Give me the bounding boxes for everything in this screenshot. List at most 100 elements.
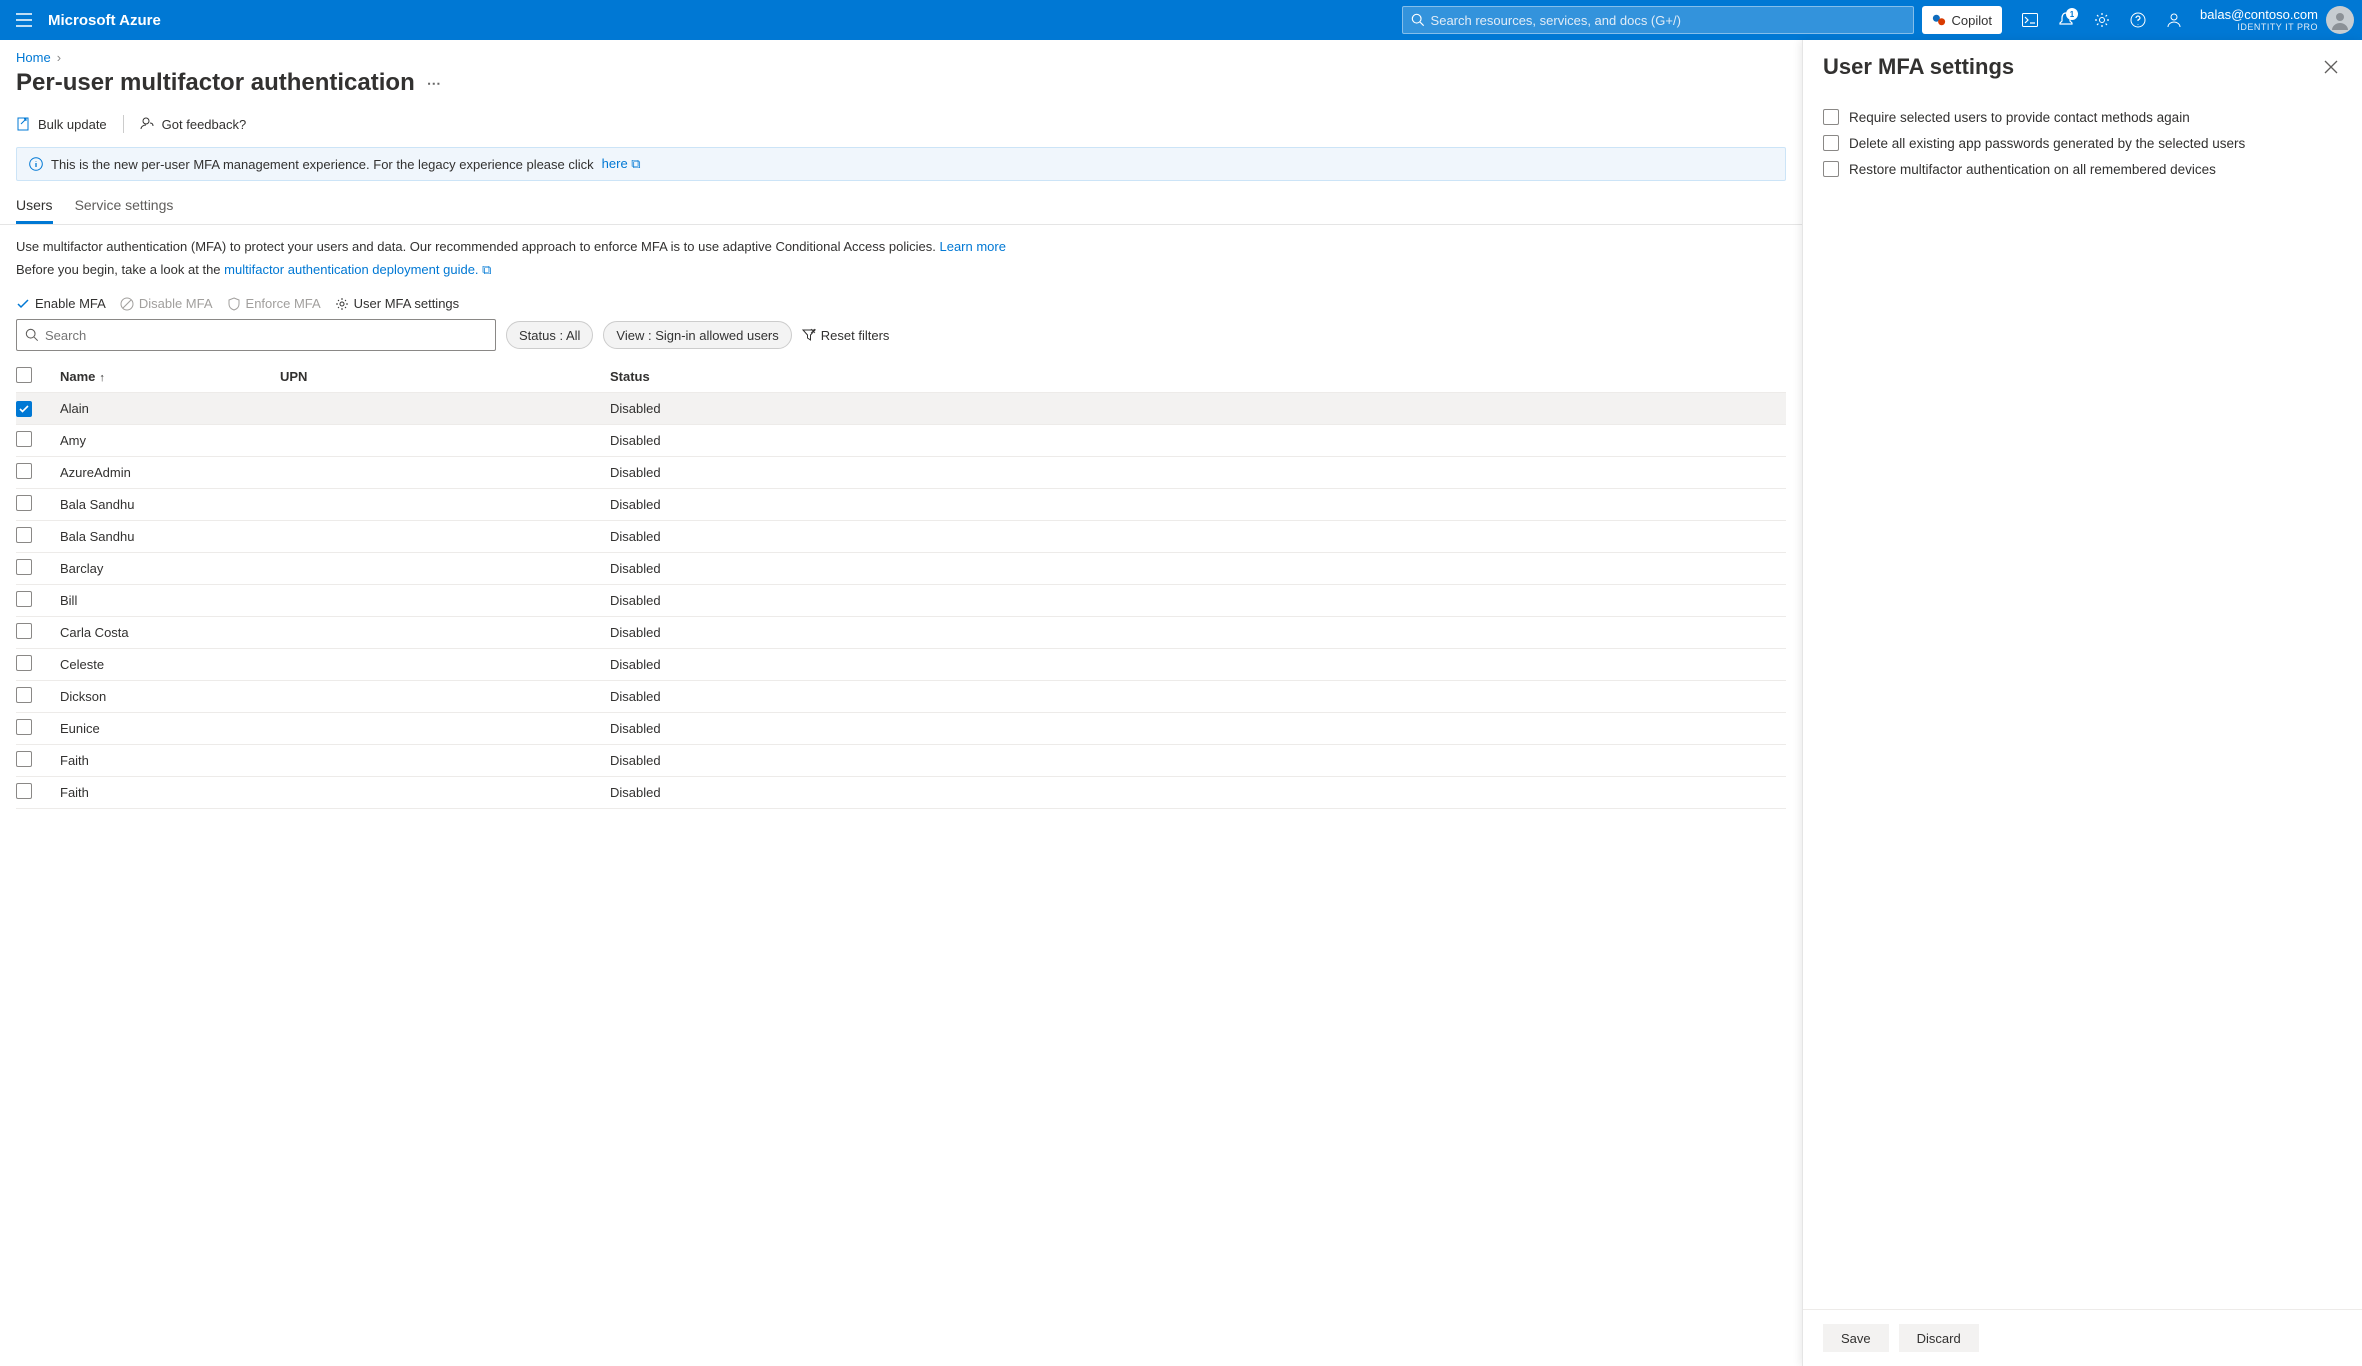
checkbox-restore-mfa[interactable]: [1823, 161, 1839, 177]
checkbox-require-contact[interactable]: [1823, 109, 1839, 125]
row-checkbox[interactable]: [16, 751, 32, 767]
row-checkbox[interactable]: [16, 591, 32, 607]
table-row[interactable]: Alain Disabled: [16, 393, 1786, 425]
option-delete-passwords[interactable]: Delete all existing app passwords genera…: [1823, 130, 2342, 156]
view-filter-pill[interactable]: View : Sign-in allowed users: [603, 321, 791, 349]
page-title: Per-user multifactor authentication: [16, 69, 415, 97]
block-icon: [120, 297, 134, 311]
option-delete-passwords-label: Delete all existing app passwords genera…: [1849, 136, 2245, 151]
cell-name: Bill: [60, 593, 280, 608]
table-row[interactable]: CelesteDisabled: [16, 649, 1786, 681]
cell-status: Disabled: [610, 721, 1786, 736]
global-search-input[interactable]: [1431, 13, 1905, 28]
table-row[interactable]: Carla CostaDisabled: [16, 617, 1786, 649]
bulk-update-button[interactable]: Bulk update: [16, 116, 107, 132]
disable-mfa-label: Disable MFA: [139, 296, 213, 311]
row-checkbox[interactable]: [16, 463, 32, 479]
cell-status: Disabled: [610, 657, 1786, 672]
table-search-input[interactable]: [45, 328, 487, 343]
tab-service-settings[interactable]: Service settings: [75, 191, 174, 224]
feedback-icon: [140, 116, 156, 132]
reset-filters-button[interactable]: Reset filters: [802, 328, 890, 343]
row-checkbox[interactable]: [16, 783, 32, 799]
table-row[interactable]: DicksonDisabled: [16, 681, 1786, 713]
panel-body: Require selected users to provide contac…: [1803, 98, 2362, 1309]
title-more-button[interactable]: ⋯: [427, 75, 441, 92]
cell-name: Eunice: [60, 721, 280, 736]
feedback-button[interactable]: [2158, 4, 2190, 36]
cloud-shell-button[interactable]: [2014, 4, 2046, 36]
settings-panel: User MFA settings Require selected users…: [1802, 40, 2362, 1366]
cell-status: Disabled: [610, 529, 1786, 544]
cell-name: Bala Sandhu: [60, 497, 280, 512]
tab-users[interactable]: Users: [16, 191, 53, 224]
cell-name: Amy: [60, 433, 280, 448]
panel-close-button[interactable]: [2320, 56, 2342, 78]
help-icon: [2130, 12, 2146, 28]
bulk-update-label: Bulk update: [38, 117, 107, 132]
page-title-row: Per-user multifactor authentication ⋯: [0, 65, 1802, 107]
copilot-icon: [1932, 13, 1946, 27]
global-search[interactable]: [1402, 6, 1914, 34]
user-account[interactable]: balas@contoso.com IDENTITY IT PRO: [2200, 7, 2318, 33]
learn-more-link[interactable]: Learn more: [939, 239, 1005, 254]
hamburger-menu[interactable]: [8, 4, 40, 36]
user-mfa-settings-button[interactable]: User MFA settings: [335, 296, 459, 311]
table-search[interactable]: [16, 319, 496, 351]
desc-line2: Before you begin, take a look at the: [16, 262, 221, 277]
search-small-icon: [25, 328, 39, 342]
table-row[interactable]: Bala SandhuDisabled: [16, 489, 1786, 521]
row-checkbox[interactable]: [16, 559, 32, 575]
save-button[interactable]: Save: [1823, 1324, 1889, 1352]
breadcrumb-home[interactable]: Home: [16, 50, 51, 65]
row-checkbox[interactable]: [16, 495, 32, 511]
banner-link[interactable]: here ⧉: [602, 156, 641, 172]
user-avatar[interactable]: [2326, 6, 2354, 34]
option-restore-mfa[interactable]: Restore multifactor authentication on al…: [1823, 156, 2342, 182]
checkbox-delete-passwords[interactable]: [1823, 135, 1839, 151]
gear-icon: [2094, 12, 2110, 28]
row-checkbox[interactable]: [16, 687, 32, 703]
col-upn[interactable]: UPN: [280, 369, 610, 384]
table-row[interactable]: Faith Disabled: [16, 745, 1786, 777]
status-filter-pill[interactable]: Status : All: [506, 321, 593, 349]
notifications-button[interactable]: 1: [2050, 4, 2082, 36]
select-all-checkbox[interactable]: [16, 367, 32, 383]
col-name[interactable]: Name↑: [60, 369, 280, 384]
table-row[interactable]: AmyDisabled: [16, 425, 1786, 457]
table-row[interactable]: BillDisabled: [16, 585, 1786, 617]
table-row[interactable]: AzureAdminDisabled: [16, 457, 1786, 489]
table-row[interactable]: BarclayDisabled: [16, 553, 1786, 585]
cell-name: Faith: [60, 753, 280, 768]
help-button[interactable]: [2122, 4, 2154, 36]
panel-title: User MFA settings: [1823, 54, 2014, 80]
table-row[interactable]: Bala SandhuDisabled: [16, 521, 1786, 553]
enable-mfa-button[interactable]: Enable MFA: [16, 296, 106, 311]
option-require-contact[interactable]: Require selected users to provide contac…: [1823, 104, 2342, 130]
row-checkbox[interactable]: [16, 401, 32, 417]
row-checkbox[interactable]: [16, 527, 32, 543]
cell-status: Disabled: [610, 401, 1786, 416]
table-row[interactable]: FaithDisabled: [16, 777, 1786, 809]
copilot-button[interactable]: Copilot: [1922, 6, 2002, 34]
users-table: Name↑ UPN Status AlainDisabledAmyDisable…: [0, 361, 1802, 809]
settings-button[interactable]: [2086, 4, 2118, 36]
row-checkbox[interactable]: [16, 623, 32, 639]
table-row[interactable]: Eunice Disabled: [16, 713, 1786, 745]
top-header: Microsoft Azure Copilot 1 balas@contoso.…: [0, 0, 2362, 40]
command-bar: Bulk update Got feedback?: [0, 107, 1802, 141]
row-checkbox[interactable]: [16, 719, 32, 735]
toolbar-divider: [123, 115, 124, 133]
cell-status: Disabled: [610, 753, 1786, 768]
info-banner: This is the new per-user MFA management …: [16, 147, 1786, 181]
cell-status: Disabled: [610, 785, 1786, 800]
row-checkbox[interactable]: [16, 655, 32, 671]
user-role: IDENTITY IT PRO: [2200, 22, 2318, 33]
col-status[interactable]: Status: [610, 369, 1786, 384]
description: Use multifactor authentication (MFA) to …: [0, 239, 1802, 262]
feedback-toolbar-button[interactable]: Got feedback?: [140, 116, 247, 132]
cell-name: Alain: [60, 401, 280, 416]
discard-button[interactable]: Discard: [1899, 1324, 1979, 1352]
row-checkbox[interactable]: [16, 431, 32, 447]
deployment-guide-link[interactable]: multifactor authentication deployment gu…: [224, 262, 491, 277]
